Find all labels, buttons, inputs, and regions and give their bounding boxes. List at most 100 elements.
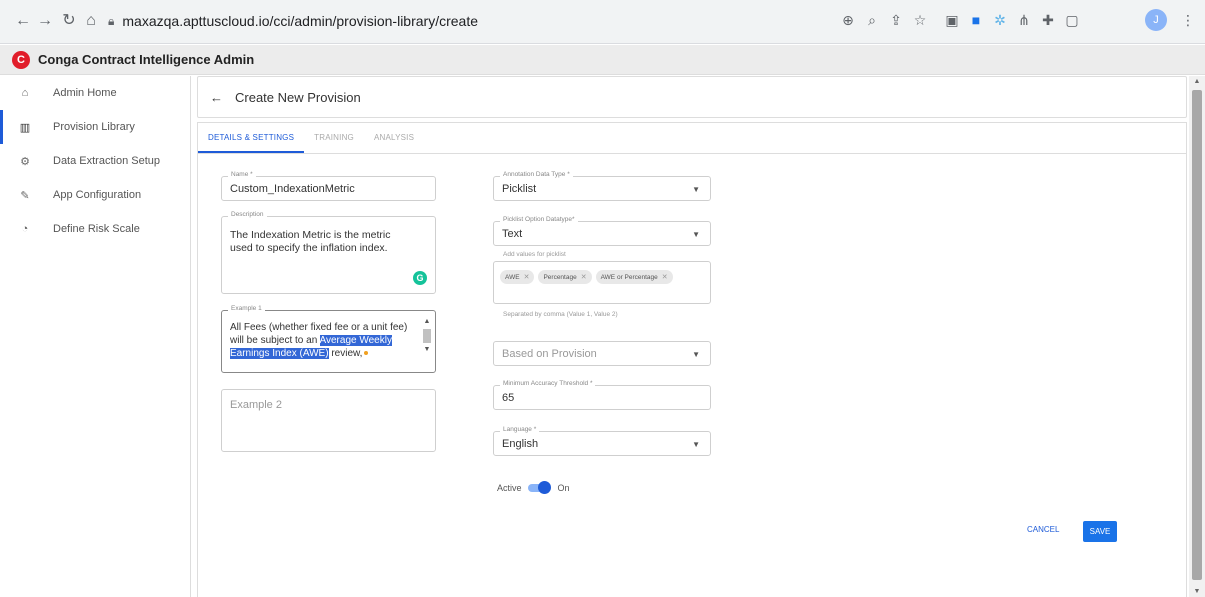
chip-list: AWE ✕ Percentage ✕ AWE or Percentage ✕ bbox=[500, 270, 677, 284]
status-dot-icon bbox=[364, 351, 369, 356]
example1-field[interactable]: Example 1 All Fees (whether fixed fee or… bbox=[221, 305, 436, 373]
close-icon[interactable]: ✕ bbox=[662, 273, 668, 281]
picklist-datatype-label: Picklist Option Datatype* bbox=[500, 216, 578, 223]
tab-analysis[interactable]: ANALYSIS bbox=[364, 123, 424, 153]
description-field[interactable]: Description The Indexation Metric is the… bbox=[221, 211, 436, 294]
scroll-up-icon[interactable]: ▲ bbox=[422, 317, 432, 327]
gauge-icon: ◔ bbox=[21, 223, 29, 235]
library-icon: ▥ bbox=[19, 121, 31, 134]
scroll-up-icon[interactable]: ▲ bbox=[1189, 78, 1205, 85]
active-label: Active bbox=[497, 483, 522, 493]
wrench-icon: ✎ bbox=[20, 189, 30, 202]
form-panel: DETAILS & SETTINGS TRAINING ANALYSIS Nam… bbox=[197, 122, 1187, 597]
picklist-values-label: Add values for picklist bbox=[503, 251, 566, 258]
active-state: On bbox=[557, 483, 570, 493]
save-button[interactable]: SAVE bbox=[1083, 521, 1117, 542]
sidebar-item-admin-home[interactable]: ⌂ Admin Home bbox=[0, 76, 190, 110]
accuracy-label: Minimum Accuracy Threshold * bbox=[500, 380, 596, 387]
sidebar: ⌂ Admin Home ▥ Provision Library ⚙︎ Data… bbox=[0, 76, 191, 597]
picklist-chip: AWE ✕ bbox=[500, 270, 535, 284]
active-toggle[interactable] bbox=[527, 481, 551, 494]
accuracy-threshold-input[interactable]: Minimum Accuracy Threshold * 65 bbox=[493, 380, 711, 410]
back-icon[interactable]: ← bbox=[12, 10, 34, 32]
sidepanel-icon[interactable]: ▢ bbox=[1062, 10, 1082, 30]
page-title: Create New Provision bbox=[235, 89, 361, 105]
sidebar-item-label: Provision Library bbox=[53, 121, 135, 133]
scroll-down-icon[interactable]: ▼ bbox=[1189, 588, 1205, 595]
gear-icon: ⚙︎ bbox=[20, 155, 30, 168]
name-label: Name * bbox=[228, 171, 256, 178]
reload-icon[interactable]: ↻ bbox=[58, 10, 80, 32]
example1-scrollbar[interactable]: ▲ ▼ bbox=[422, 317, 432, 363]
example1-label: Example 1 bbox=[228, 305, 265, 312]
lock-icon: 🔒︎ bbox=[108, 13, 115, 28]
url-text: maxazqa.apttuscloud.io/cci/admin/provisi… bbox=[122, 13, 478, 29]
annotation-type-label: Annotation Data Type * bbox=[500, 171, 573, 178]
description-value: The Indexation Metric is the metric used… bbox=[230, 229, 391, 254]
home-icon: ⌂ bbox=[21, 87, 29, 99]
sidebar-item-define-risk-scale[interactable]: ◔ Define Risk Scale bbox=[0, 212, 190, 246]
close-icon[interactable]: ✕ bbox=[524, 273, 530, 281]
accuracy-value: 65 bbox=[502, 392, 515, 404]
name-field[interactable]: Name * Custom_IndexationMetric bbox=[221, 171, 436, 201]
chevron-down-icon: ▼ bbox=[692, 440, 700, 449]
based-on-provision-select[interactable]: Based on Provision ▼ bbox=[493, 341, 711, 366]
scroll-thumb[interactable] bbox=[1192, 90, 1202, 580]
back-arrow-icon[interactable]: ← bbox=[210, 90, 223, 105]
extension-icon[interactable]: ⋔ bbox=[1014, 10, 1034, 30]
chevron-down-icon: ▼ bbox=[692, 350, 700, 359]
extension-icon[interactable]: ▣ bbox=[942, 10, 962, 30]
picklist-values-input[interactable]: AWE ✕ Percentage ✕ AWE or Percentage ✕ bbox=[493, 261, 711, 304]
share-icon[interactable]: ⇪ bbox=[886, 10, 906, 30]
sidebar-item-label: Data Extraction Setup bbox=[53, 155, 161, 167]
home-icon[interactable]: ⌂ bbox=[80, 10, 102, 32]
forward-icon[interactable]: → bbox=[34, 10, 56, 32]
bookmark-star-icon[interactable]: ☆ bbox=[910, 10, 930, 30]
tab-details-settings[interactable]: DETAILS & SETTINGS bbox=[198, 123, 305, 153]
extension-icon[interactable]: ✲ bbox=[990, 10, 1010, 30]
scroll-thumb[interactable] bbox=[423, 329, 431, 343]
grammarly-icon[interactable]: G bbox=[413, 271, 427, 285]
chevron-down-icon: ▼ bbox=[692, 185, 700, 194]
picklist-chip: AWE or Percentage ✕ bbox=[595, 270, 673, 284]
sidebar-item-label: Admin Home bbox=[53, 87, 117, 99]
name-value: Custom_IndexationMetric bbox=[230, 183, 355, 195]
conga-logo: C bbox=[12, 50, 30, 69]
example2-placeholder: Example 2 bbox=[230, 399, 282, 411]
profile-avatar[interactable]: J bbox=[1145, 9, 1167, 31]
address-bar[interactable]: 🔒︎ maxazqa.apttuscloud.io/cci/admin/prov… bbox=[108, 6, 808, 36]
picklist-chip: Percentage ✕ bbox=[538, 270, 592, 284]
based-on-placeholder: Based on Provision bbox=[502, 348, 597, 360]
example1-value: All Fees (whether fixed fee or a unit fe… bbox=[230, 322, 408, 359]
annotation-type-value: Picklist bbox=[502, 183, 537, 195]
close-icon[interactable]: ✕ bbox=[581, 273, 587, 281]
tab-training[interactable]: TRAINING bbox=[304, 123, 364, 153]
picklist-values-hint: Separated by comma (Value 1, Value 2) bbox=[503, 311, 618, 318]
description-label: Description bbox=[228, 211, 267, 218]
active-toggle-row: Active On bbox=[497, 481, 570, 494]
cancel-button[interactable]: CANCEL bbox=[1027, 525, 1059, 534]
sidebar-item-provision-library[interactable]: ▥ Provision Library bbox=[0, 110, 190, 144]
annotation-type-select[interactable]: Annotation Data Type * Picklist ▼ bbox=[493, 171, 711, 201]
sidebar-item-app-configuration[interactable]: ✎ App Configuration bbox=[0, 178, 190, 212]
extension-icon[interactable]: ■ bbox=[966, 10, 986, 30]
example2-field[interactable]: Example 2 bbox=[221, 389, 436, 452]
language-value: English bbox=[502, 438, 539, 450]
sidebar-item-data-extraction-setup[interactable]: ⚙︎ Data Extraction Setup bbox=[0, 144, 190, 178]
menu-dots-icon[interactable]: ⋮ bbox=[1178, 10, 1198, 30]
picklist-datatype-select[interactable]: Picklist Option Datatype* Text ▼ bbox=[493, 216, 711, 246]
scroll-down-icon[interactable]: ▼ bbox=[422, 345, 432, 355]
sidebar-item-label: Define Risk Scale bbox=[53, 223, 140, 235]
language-label: Language * bbox=[500, 426, 540, 433]
language-select[interactable]: Language * English ▼ bbox=[493, 426, 711, 456]
puzzle-icon[interactable]: ✚ bbox=[1038, 10, 1058, 30]
install-icon[interactable]: ⊕ bbox=[838, 10, 858, 30]
app-title: Conga Contract Intelligence Admin bbox=[38, 52, 255, 67]
main-content: ← Create New Provision DETAILS & SETTING… bbox=[197, 76, 1187, 597]
zoom-icon[interactable]: ⌕ bbox=[862, 10, 882, 30]
app-header: C Conga Contract Intelligence Admin bbox=[0, 45, 1205, 75]
browser-toolbar: ← → ↻ ⌂ 🔒︎ maxazqa.apttuscloud.io/cci/ad… bbox=[0, 0, 1205, 44]
toggle-knob bbox=[537, 481, 551, 494]
page-scrollbar[interactable]: ▲ ▼ bbox=[1189, 76, 1205, 597]
tab-divider bbox=[198, 153, 1186, 154]
